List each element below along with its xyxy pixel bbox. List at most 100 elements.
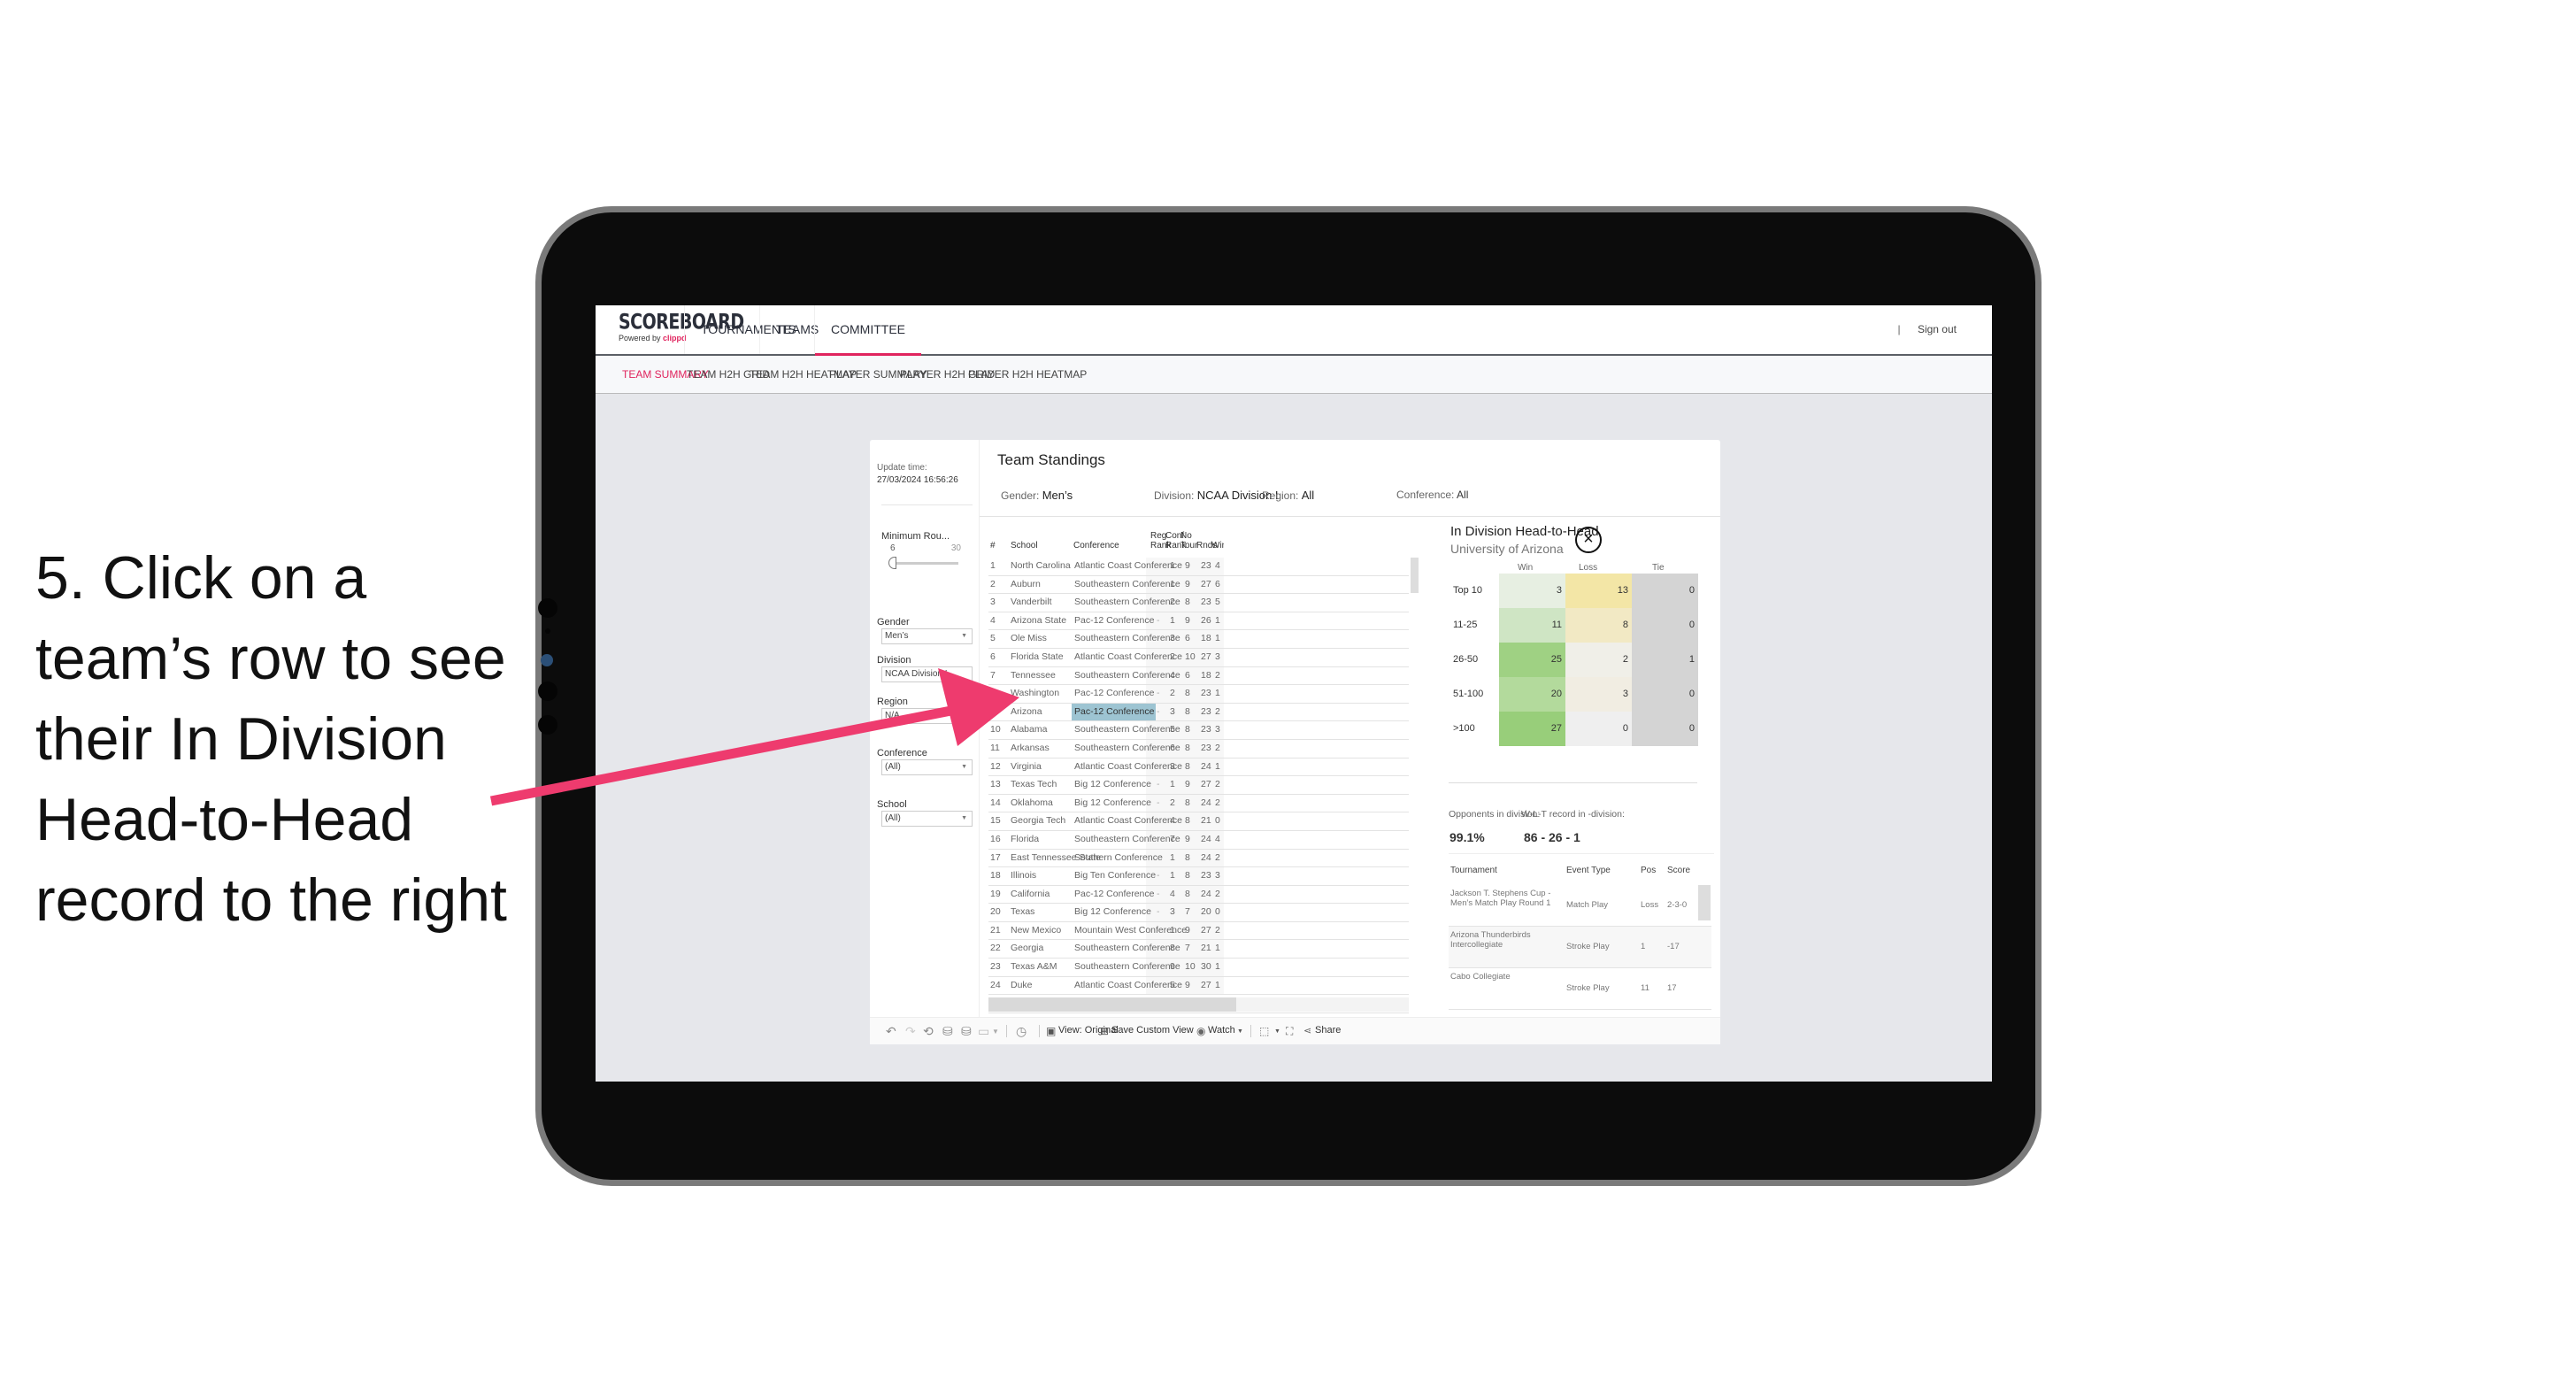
alerts-icon[interactable]: ▭ xyxy=(978,1024,989,1039)
h2h-cell-loss[interactable]: 0 xyxy=(1565,712,1632,746)
h2h-cell-win[interactable]: 27 xyxy=(1499,712,1565,746)
table-row[interactable]: 22 Georgia Southeastern Conference -8 7 21 1 xyxy=(988,940,1409,959)
table-row[interactable]: 3 Vanderbilt Southeastern Conference -2 8 23 5 xyxy=(988,594,1409,612)
pause-updates-icon[interactable]: ⛁ xyxy=(961,1024,972,1039)
view-original-button[interactable]: View: Original xyxy=(1058,1025,1119,1036)
table-row[interactable]: 9 Arizona Pac-12 Conference -3 8 23 2 xyxy=(988,703,1409,722)
cell-rnds: 23 xyxy=(1201,560,1211,571)
table-row[interactable]: 24 Duke Atlantic Coast Conference -5 9 27 1 xyxy=(988,977,1409,996)
table-row[interactable]: 2 Auburn Southeastern Conference -1 9 27 6 xyxy=(988,576,1409,595)
event-type: Stroke Play xyxy=(1566,983,1610,993)
cell-no-tour: 8 xyxy=(1185,688,1190,699)
conference-select[interactable]: (All) ▼ xyxy=(881,759,973,775)
h2h-cell-win[interactable]: 20 xyxy=(1499,677,1565,712)
table-scrollbar[interactable] xyxy=(1411,558,1419,593)
h2h-cell-tie[interactable]: 0 xyxy=(1632,712,1698,746)
signout-link[interactable]: Sign out xyxy=(1918,323,1957,335)
h2h-cell-tie[interactable]: 0 xyxy=(1632,574,1698,608)
table-row[interactable]: 7 Tennessee Southeastern Conference -4 6 18 2 xyxy=(988,667,1409,686)
refresh-data-icon[interactable]: ⛁ xyxy=(942,1024,953,1039)
table-row[interactable]: 1 North Carolina Atlantic Coast Conference… xyxy=(988,558,1409,576)
cell-conf-rank: 4 xyxy=(1170,669,1175,681)
performance-icon[interactable]: ◷ xyxy=(1016,1024,1027,1039)
bezel-sensor xyxy=(538,681,557,701)
col-no-tour[interactable]: No Tour xyxy=(1180,531,1197,551)
table-row[interactable]: 10 Alabama Southeastern Conference -5 8 23 3 xyxy=(988,721,1409,740)
cell-school: California xyxy=(1011,888,1050,899)
table-row[interactable]: 15 Georgia Tech Atlantic Coast Conference -… xyxy=(988,812,1409,831)
h2h-cell-loss[interactable]: 8 xyxy=(1565,608,1632,643)
cell-conf-rank: 3 xyxy=(1170,906,1175,918)
division-select[interactable]: NCAA Division I xyxy=(881,666,973,682)
table-row[interactable]: 11 Arkansas Southeastern Conference -6 8 23 2 xyxy=(988,740,1409,758)
h2h-cell-win[interactable]: 11 xyxy=(1499,608,1565,643)
cell-school: Tennessee xyxy=(1011,669,1056,681)
h2h-cell-win[interactable]: 3 xyxy=(1499,574,1565,608)
table-row[interactable]: 6 Florida State Atlantic Coast Conference -… xyxy=(988,649,1409,667)
chevron-down-icon[interactable]: ▼ xyxy=(992,1028,999,1036)
cell-wins: 3 xyxy=(1215,870,1220,882)
cell-reg-rank: - xyxy=(1157,578,1160,589)
h2h-team-name: University of Arizona xyxy=(1450,542,1564,556)
revert-icon[interactable]: ⟲ xyxy=(923,1024,934,1039)
filter-conference: Conference: All xyxy=(1396,489,1469,501)
col-conf-rank[interactable]: Conf Rank xyxy=(1165,531,1186,551)
download-icon[interactable]: ⬚ xyxy=(1259,1025,1269,1037)
conference-label: Conference xyxy=(877,748,927,758)
slider-handle[interactable] xyxy=(888,557,896,569)
tournament-scrollbar[interactable] xyxy=(1698,885,1711,920)
col-reg-rank[interactable]: Reg Rank xyxy=(1150,531,1171,551)
tab-player-h2h-heatmap[interactable]: PLAYER H2H HEATMAP xyxy=(968,356,1087,393)
fullscreen-icon[interactable]: ⛶ xyxy=(1286,1025,1293,1038)
chevron-down-icon: ▼ xyxy=(961,712,967,719)
tournament-row[interactable]: Jackson T. Stephens Cup - Men’s Match Pl… xyxy=(1449,885,1711,927)
table-row[interactable]: 20 Texas Big 12 Conference -3 7 20 0 xyxy=(988,904,1409,922)
table-row[interactable]: 18 Illinois Big Ten Conference -1 8 23 3 xyxy=(988,867,1409,886)
tournament-row[interactable]: Arizona Thunderbirds Intercollegiate Stro… xyxy=(1449,927,1711,968)
gender-select[interactable]: Men’s ▼ xyxy=(881,628,973,644)
table-row[interactable]: 23 Texas A&M Southeastern Conference -9 10 30… xyxy=(988,959,1409,977)
h2h-cell-tie[interactable]: 0 xyxy=(1632,608,1698,643)
table-row[interactable]: 21 New Mexico Mountain West Conference -1 9 2… xyxy=(988,922,1409,941)
h2h-cell-tie[interactable]: 1 xyxy=(1632,643,1698,677)
table-row[interactable]: 4 Arizona State Pac-12 Conference -1 9 26 1 xyxy=(988,612,1409,631)
table-row[interactable]: 12 Virginia Atlantic Coast Conference -3 8 24… xyxy=(988,758,1409,777)
h2h-cell-loss[interactable]: 3 xyxy=(1565,677,1632,712)
cell-conf-rank: 5 xyxy=(1170,724,1175,735)
save-custom-view-button[interactable]: Save Custom View xyxy=(1111,1025,1194,1036)
h2h-cell-win[interactable]: 25 xyxy=(1499,643,1565,677)
cell-no-tour: 7 xyxy=(1185,943,1190,954)
col-wins[interactable]: Wins xyxy=(1211,541,1224,551)
share-button[interactable]: Share xyxy=(1315,1025,1341,1036)
undo-icon[interactable]: ↶ xyxy=(886,1024,896,1039)
cell-rank: 2 xyxy=(990,578,996,589)
min-rounds-slider[interactable] xyxy=(891,562,958,565)
redo-icon[interactable]: ↷ xyxy=(905,1024,916,1039)
cell-wins: 0 xyxy=(1215,815,1220,827)
nav-committee[interactable]: COMMITTEE xyxy=(814,305,921,356)
col-conference[interactable]: Conference xyxy=(1073,541,1119,551)
cell-rnds: 30 xyxy=(1201,961,1211,973)
table-row[interactable]: 19 California Pac-12 Conference -4 8 24 2 xyxy=(988,886,1409,905)
cell-reg-rank: - xyxy=(1157,779,1160,790)
close-icon[interactable]: × xyxy=(1575,527,1602,553)
table-row[interactable]: 8 Washington Pac-12 Conference -2 8 23 1 xyxy=(988,685,1409,704)
school-select[interactable]: (All) ▼ xyxy=(881,811,973,827)
watch-button[interactable]: Watch xyxy=(1208,1025,1235,1036)
h2h-cell-loss[interactable]: 2 xyxy=(1565,643,1632,677)
col-school[interactable]: School xyxy=(1011,541,1038,551)
cell-no-tour: 10 xyxy=(1185,651,1196,662)
h2h-cell-tie[interactable]: 0 xyxy=(1632,677,1698,712)
cell-no-tour: 8 xyxy=(1185,724,1190,735)
col-rank[interactable]: # xyxy=(990,541,996,551)
table-row[interactable]: 13 Texas Tech Big 12 Conference -1 9 27 2 xyxy=(988,776,1409,795)
tournament-row[interactable]: Cabo Collegiate Stroke Play 11 17 xyxy=(1449,968,1711,1010)
table-row[interactable]: 17 East Tennessee State Southern Conferenc… xyxy=(988,850,1409,868)
cell-conf-rank: 2 xyxy=(1170,651,1175,662)
horizontal-scrollbar[interactable] xyxy=(988,997,1236,1012)
table-row[interactable]: 5 Ole Miss Southeastern Conference -3 6 18 1 xyxy=(988,630,1409,649)
h2h-cell-loss[interactable]: 13 xyxy=(1565,574,1632,608)
table-row[interactable]: 14 Oklahoma Big 12 Conference -2 8 24 2 xyxy=(988,795,1409,813)
region-select[interactable]: N/A ▼ xyxy=(881,708,973,724)
table-row[interactable]: 16 Florida Southeastern Conference -7 9 24 4 xyxy=(988,831,1409,850)
